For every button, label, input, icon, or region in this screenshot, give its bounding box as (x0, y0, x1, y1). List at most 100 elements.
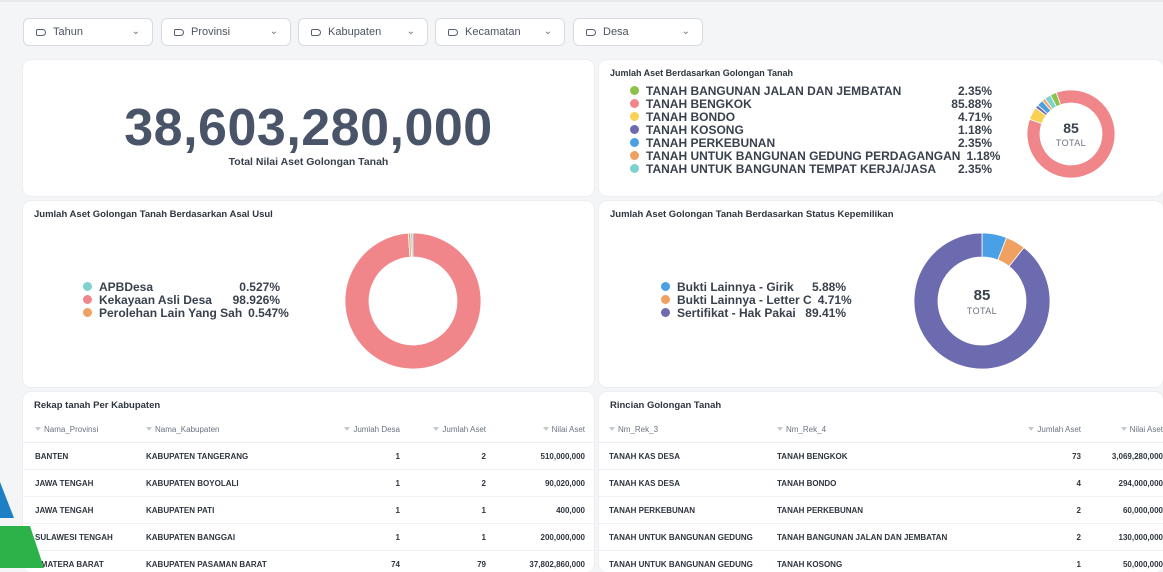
legend-pct: 1.18% (952, 123, 992, 137)
rekap-title: Rekap tanah Per Kabupaten (34, 400, 160, 411)
status-card: Jumlah Aset Golongan Tanah Berdasarkan S… (599, 201, 1163, 387)
rincian-col-header[interactable]: Jumlah Aset (991, 416, 1087, 443)
total-value-card: 38,603,280,000 Total Nilai Aset Golongan… (23, 60, 594, 196)
filter-desa-label: Desa (603, 26, 629, 38)
chevron-down-icon: ⌄ (132, 26, 140, 37)
legend-name: TANAH BANGUNAN JALAN DAN JEMBATAN (646, 84, 901, 98)
rincian-col-header[interactable]: Nilai Aset (1087, 416, 1163, 443)
legend-dot (630, 164, 639, 173)
rekap-col-header[interactable]: Nama_Kabupaten (140, 416, 320, 443)
legend-pct: 5.88% (806, 280, 846, 294)
tag-icon (36, 29, 46, 36)
asal-usul-card: Jumlah Aset Golongan Tanah Berdasarkan A… (23, 201, 594, 387)
table-row[interactable]: TANAH KAS DESATANAH BENGKOK733,069,280,0… (599, 443, 1163, 470)
table-row[interactable]: SULAWESI TENGAHKABUPATEN BANGGAI11200,00… (23, 524, 594, 551)
filter-provinsi[interactable]: Provinsi ⌄ (161, 18, 291, 46)
chevron-down-icon: ⌄ (682, 26, 690, 37)
legend-pct: 2.35% (952, 136, 992, 150)
golongan-total-label: TOTAL (1026, 138, 1116, 148)
legend-name: APBDesa (99, 280, 153, 294)
table-row[interactable]: TANAH PERKEBUNANTANAH PERKEBUNAN260,000,… (599, 497, 1163, 524)
legend-dot (661, 282, 670, 291)
golongan-title: Jumlah Aset Berdasarkan Golongan Tanah (610, 68, 793, 78)
table-row[interactable]: TANAH UNTUK BANGUNAN GEDUNGTANAH KOSONG1… (599, 551, 1163, 572)
legend-dot (661, 308, 670, 317)
legend-item[interactable]: TANAH KOSONG 1.18% (630, 123, 992, 136)
sort-icon (1028, 427, 1034, 431)
filter-tahun[interactable]: Tahun ⌄ (23, 18, 153, 46)
legend-dot (83, 308, 92, 317)
top-divider (0, 0, 1163, 2)
filter-desa[interactable]: Desa ⌄ (573, 18, 703, 46)
asal-usul-title: Jumlah Aset Golongan Tanah Berdasarkan A… (34, 209, 273, 220)
golongan-legend: TANAH BANGUNAN JALAN DAN JEMBATAN2.35% T… (630, 84, 992, 175)
legend-name: TANAH PERKEBUNAN (646, 136, 775, 150)
filter-provinsi-label: Provinsi (191, 26, 230, 38)
legend-name: Sertifikat - Hak Pakai (677, 306, 796, 320)
table-row[interactable]: JAWA TENGAHKABUPATEN BOYOLALI1290,020,00… (23, 470, 594, 497)
legend-item[interactable]: TANAH PERKEBUNAN 2.35% (630, 136, 992, 149)
status-total-value: 85 (913, 287, 1051, 304)
legend-item[interactable]: TANAH BANGUNAN JALAN DAN JEMBATAN2.35% (630, 84, 992, 97)
legend-name: TANAH KOSONG (646, 123, 744, 137)
status-legend: Bukti Lainnya - Girik5.88% Bukti Lainnya… (661, 280, 846, 319)
filter-kecamatan[interactable]: Kecamatan ⌄ (435, 18, 565, 46)
tag-icon (586, 29, 596, 36)
rincian-title: Rincian Golongan Tanah (610, 400, 721, 411)
sort-icon (543, 427, 549, 431)
rincian-card: Rincian Golongan Tanah Nm_Rek_3 Nm_Rek_4… (599, 392, 1163, 572)
rekap-col-header[interactable]: Nama_Provinsi (23, 416, 140, 443)
legend-dot (661, 295, 670, 304)
sort-icon (1121, 427, 1127, 431)
table-row[interactable]: TANAH KAS DESATANAH BONDO4294,000,000 (599, 470, 1163, 497)
legend-item[interactable]: TANAH BONDO4.71% (630, 110, 992, 123)
legend-dot (630, 125, 639, 134)
rincian-table: Nm_Rek_3 Nm_Rek_4 Jumlah Aset Nilai Aset… (599, 416, 1163, 572)
filter-kabupaten-label: Kabupaten (328, 26, 381, 38)
chevron-down-icon: ⌄ (270, 26, 278, 37)
tag-icon (448, 29, 458, 36)
donut-slice[interactable] (345, 233, 481, 369)
rekap-table: Nama_Provinsi Nama_Kabupaten Jumlah Desa… (23, 416, 594, 572)
legend-dot (630, 99, 639, 108)
legend-pct: 4.71% (812, 293, 852, 307)
filter-bar: Tahun ⌄ Provinsi ⌄ Kabupaten ⌄ Kecamatan… (0, 6, 1163, 56)
legend-name: TANAH UNTUK BANGUNAN GEDUNG PERDAGANGAN (646, 149, 960, 163)
legend-pct: 98.926% (227, 293, 280, 307)
table-row[interactable]: TANAH UNTUK BANGUNAN GEDUNGTANAH BANGUNA… (599, 524, 1163, 551)
filter-kabupaten[interactable]: Kabupaten ⌄ (298, 18, 428, 46)
legend-pct: 4.71% (952, 110, 992, 124)
sort-icon (35, 427, 41, 431)
filter-kecamatan-label: Kecamatan (465, 26, 521, 38)
rincian-col-header[interactable]: Nm_Rek_4 (771, 416, 991, 443)
legend-item[interactable]: TANAH UNTUK BANGUNAN GEDUNG PERDAGANGAN1… (630, 149, 992, 162)
legend-item[interactable]: Perolehan Lain Yang Sah0.547% (83, 306, 280, 319)
legend-dot (630, 151, 639, 160)
rincian-col-header[interactable]: Nm_Rek_3 (599, 416, 771, 443)
legend-item[interactable]: APBDesa0.527% (83, 280, 280, 293)
legend-pct: 85.88% (945, 97, 992, 111)
legend-item[interactable]: Sertifikat - Hak Pakai89.41% (661, 306, 846, 319)
rekap-col-header[interactable]: Jumlah Desa (320, 416, 406, 443)
total-value: 38,603,280,000 (23, 98, 594, 158)
rekap-col-header[interactable]: Jumlah Aset (406, 416, 492, 443)
sort-icon (777, 427, 783, 431)
legend-item[interactable]: TANAH UNTUK BANGUNAN TEMPAT KERJA/JASA2.… (630, 162, 992, 175)
legend-item[interactable]: Bukti Lainnya - Letter C4.71% (661, 293, 846, 306)
asal-usul-donut (344, 232, 482, 370)
legend-name: TANAH BENGKOK (646, 97, 752, 111)
table-row[interactable]: JAWA TENGAHKABUPATEN PATI11400,000 (23, 497, 594, 524)
table-row[interactable]: BANTENKABUPATEN TANGERANG12510,000,000 (23, 443, 594, 470)
table-row[interactable]: UMATERA BARATKABUPATEN PASAMAN BARAT7479… (23, 551, 594, 572)
legend-item[interactable]: TANAH BENGKOK 85.88% (630, 97, 992, 110)
tag-icon (174, 29, 184, 36)
sort-icon (609, 427, 615, 431)
rekap-card: Rekap tanah Per Kabupaten Nama_Provinsi … (23, 392, 594, 572)
legend-item[interactable]: Bukti Lainnya - Girik5.88% (661, 280, 846, 293)
legend-dot (83, 282, 92, 291)
legend-item[interactable]: Kekayaan Asli Desa98.926% (83, 293, 280, 306)
legend-dot (83, 295, 92, 304)
golongan-card: Jumlah Aset Berdasarkan Golongan Tanah T… (599, 60, 1163, 196)
rekap-col-header[interactable]: Nilai Aset (492, 416, 594, 443)
status-title: Jumlah Aset Golongan Tanah Berdasarkan S… (610, 209, 894, 220)
